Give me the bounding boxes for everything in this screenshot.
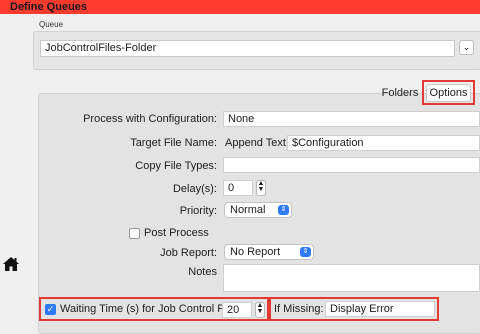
post-process-checkbox[interactable] bbox=[129, 228, 140, 239]
job-report-value: No Report bbox=[230, 246, 281, 258]
process-config-label: Process with Configuration: bbox=[83, 113, 217, 125]
delay-field[interactable]: 0 bbox=[223, 180, 253, 196]
queue-select[interactable]: JobControlFiles-Folder bbox=[40, 40, 455, 57]
home-icon[interactable] bbox=[2, 255, 20, 273]
target-file-label: Target File Name: bbox=[130, 137, 217, 149]
if-missing-label: If Missing: bbox=[274, 303, 324, 315]
chevron-updown-icon: ⇕ bbox=[300, 247, 311, 257]
priority-value: Normal bbox=[230, 204, 266, 216]
copy-types-label: Copy File Types: bbox=[135, 160, 217, 172]
waiting-time-checkbox[interactable]: ✓ bbox=[45, 304, 56, 315]
delay-label: Delay(s): bbox=[172, 183, 217, 195]
notes-field[interactable] bbox=[223, 264, 480, 292]
waiting-time-label: Waiting Time (s) for Job Control File bbox=[60, 303, 236, 315]
post-process-label: Post Process bbox=[144, 227, 209, 239]
priority-label: Priority: bbox=[179, 205, 217, 217]
job-report-select[interactable]: No Report ⇕ bbox=[224, 244, 314, 260]
copy-types-field[interactable] bbox=[223, 157, 480, 173]
priority-select[interactable]: Normal ⇕ bbox=[224, 202, 292, 218]
if-missing-field[interactable]: Display Error bbox=[325, 301, 435, 317]
up-down-stepper-icon[interactable]: ▲ ▼ bbox=[256, 180, 266, 196]
chevron-updown-icon: ⇕ bbox=[278, 205, 289, 215]
job-report-label: Job Report: bbox=[160, 247, 217, 259]
options-tab-highlight bbox=[422, 80, 475, 105]
process-config-field[interactable]: None bbox=[223, 111, 480, 127]
up-down-stepper-icon[interactable]: ▲ ▼ bbox=[255, 302, 265, 318]
append-text-label: Append Text: bbox=[225, 137, 290, 149]
queue-label: Queue bbox=[39, 20, 64, 29]
tab-folders[interactable]: Folders bbox=[378, 84, 422, 102]
window-titlebar: Define Queues bbox=[0, 0, 480, 14]
window-title: Define Queues bbox=[10, 1, 88, 13]
waiting-time-field[interactable]: 20 bbox=[222, 302, 252, 318]
append-text-field[interactable]: $Configuration bbox=[287, 135, 480, 151]
chevron-down-icon[interactable]: ⌄ bbox=[459, 40, 474, 55]
notes-label: Notes bbox=[188, 266, 217, 278]
